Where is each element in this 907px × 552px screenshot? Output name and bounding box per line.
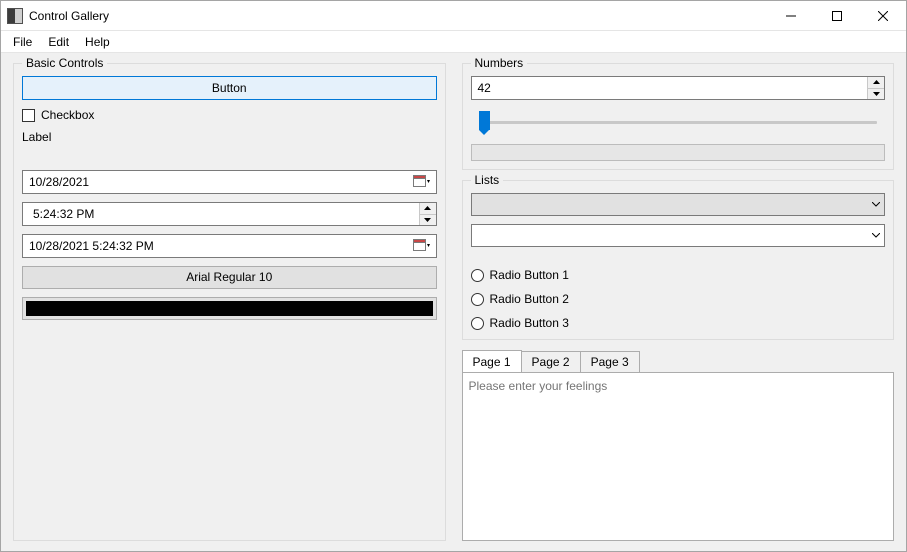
radio-button-3[interactable]: Radio Button 3 <box>471 315 886 331</box>
lists-group: Lists Radio Button 1 Radio <box>462 180 895 340</box>
tab-panel <box>462 372 895 541</box>
tab-page-1[interactable]: Page 1 <box>462 350 522 372</box>
datetime-value: 10/28/2021 5:24:32 PM <box>29 239 154 253</box>
label-control: Label <box>22 130 437 144</box>
checkbox-control[interactable]: Checkbox <box>22 108 437 122</box>
color-button[interactable] <box>22 297 437 320</box>
maximize-button[interactable] <box>814 1 860 31</box>
radio-icon <box>471 269 484 282</box>
radio-button-2[interactable]: Radio Button 2 <box>471 291 886 307</box>
right-column: Numbers 42 <box>462 63 895 541</box>
tab-page-2[interactable]: Page 2 <box>521 351 581 373</box>
tab-page-3[interactable]: Page 3 <box>580 351 640 373</box>
calendar-dropdown-icon <box>413 175 430 189</box>
app-icon <box>7 8 23 24</box>
radio-icon <box>471 317 484 330</box>
window-title: Control Gallery <box>29 9 109 23</box>
titlebar: Control Gallery <box>1 1 906 31</box>
menubar: File Edit Help <box>1 31 906 53</box>
number-spinner[interactable]: 42 <box>471 76 886 100</box>
slider-track <box>479 121 878 124</box>
numbers-group: Numbers 42 <box>462 63 895 170</box>
combo-box[interactable] <box>471 193 886 216</box>
time-spin-down[interactable] <box>420 214 436 226</box>
spinner-value: 42 <box>472 77 868 99</box>
left-column: Basic Controls Button Checkbox Label 10/… <box>13 63 446 541</box>
spinner-up[interactable] <box>868 77 884 88</box>
spinner-down[interactable] <box>868 88 884 100</box>
progress-bar <box>471 144 886 161</box>
menu-help[interactable]: Help <box>77 33 118 51</box>
close-icon <box>878 11 888 21</box>
button-control[interactable]: Button <box>22 76 437 100</box>
checkbox-box <box>22 109 35 122</box>
menu-file[interactable]: File <box>5 33 40 51</box>
radio-icon <box>471 293 484 306</box>
tab-control: Page 1 Page 2 Page 3 <box>462 350 895 541</box>
date-picker[interactable]: 10/28/2021 <box>22 170 437 194</box>
slider-thumb[interactable] <box>479 111 490 130</box>
maximize-icon <box>832 11 842 21</box>
slider[interactable] <box>471 108 886 136</box>
basic-controls-group: Basic Controls Button Checkbox Label 10/… <box>13 63 446 541</box>
time-spin-up[interactable] <box>420 203 436 214</box>
color-swatch <box>26 301 433 316</box>
minimize-button[interactable] <box>768 1 814 31</box>
datetime-picker[interactable]: 10/28/2021 5:24:32 PM <box>22 234 437 258</box>
radio-label: Radio Button 1 <box>490 268 569 282</box>
radio-button-1[interactable]: Radio Button 1 <box>471 267 886 283</box>
font-button[interactable]: Arial Regular 10 <box>22 266 437 289</box>
menu-edit[interactable]: Edit <box>40 33 77 51</box>
close-button[interactable] <box>860 1 906 31</box>
time-value: 5:24:32 PM <box>23 203 419 225</box>
window: Control Gallery File Edit Help Basic Con… <box>0 0 907 552</box>
chevron-down-icon <box>872 202 880 207</box>
time-picker[interactable]: 5:24:32 PM <box>22 202 437 226</box>
tab-strip: Page 1 Page 2 Page 3 <box>462 350 895 372</box>
lists-title: Lists <box>471 173 504 187</box>
checkbox-label: Checkbox <box>41 108 94 122</box>
radio-label: Radio Button 3 <box>490 316 569 330</box>
editable-combo-box[interactable] <box>471 224 886 247</box>
calendar-dropdown-icon <box>413 239 430 253</box>
minimize-icon <box>786 11 796 21</box>
chevron-down-icon <box>872 233 880 238</box>
date-value: 10/28/2021 <box>29 175 89 189</box>
radio-label: Radio Button 2 <box>490 292 569 306</box>
basic-controls-title: Basic Controls <box>22 56 107 70</box>
feelings-textarea[interactable] <box>469 379 888 534</box>
content-area: Basic Controls Button Checkbox Label 10/… <box>1 53 906 551</box>
numbers-title: Numbers <box>471 56 528 70</box>
